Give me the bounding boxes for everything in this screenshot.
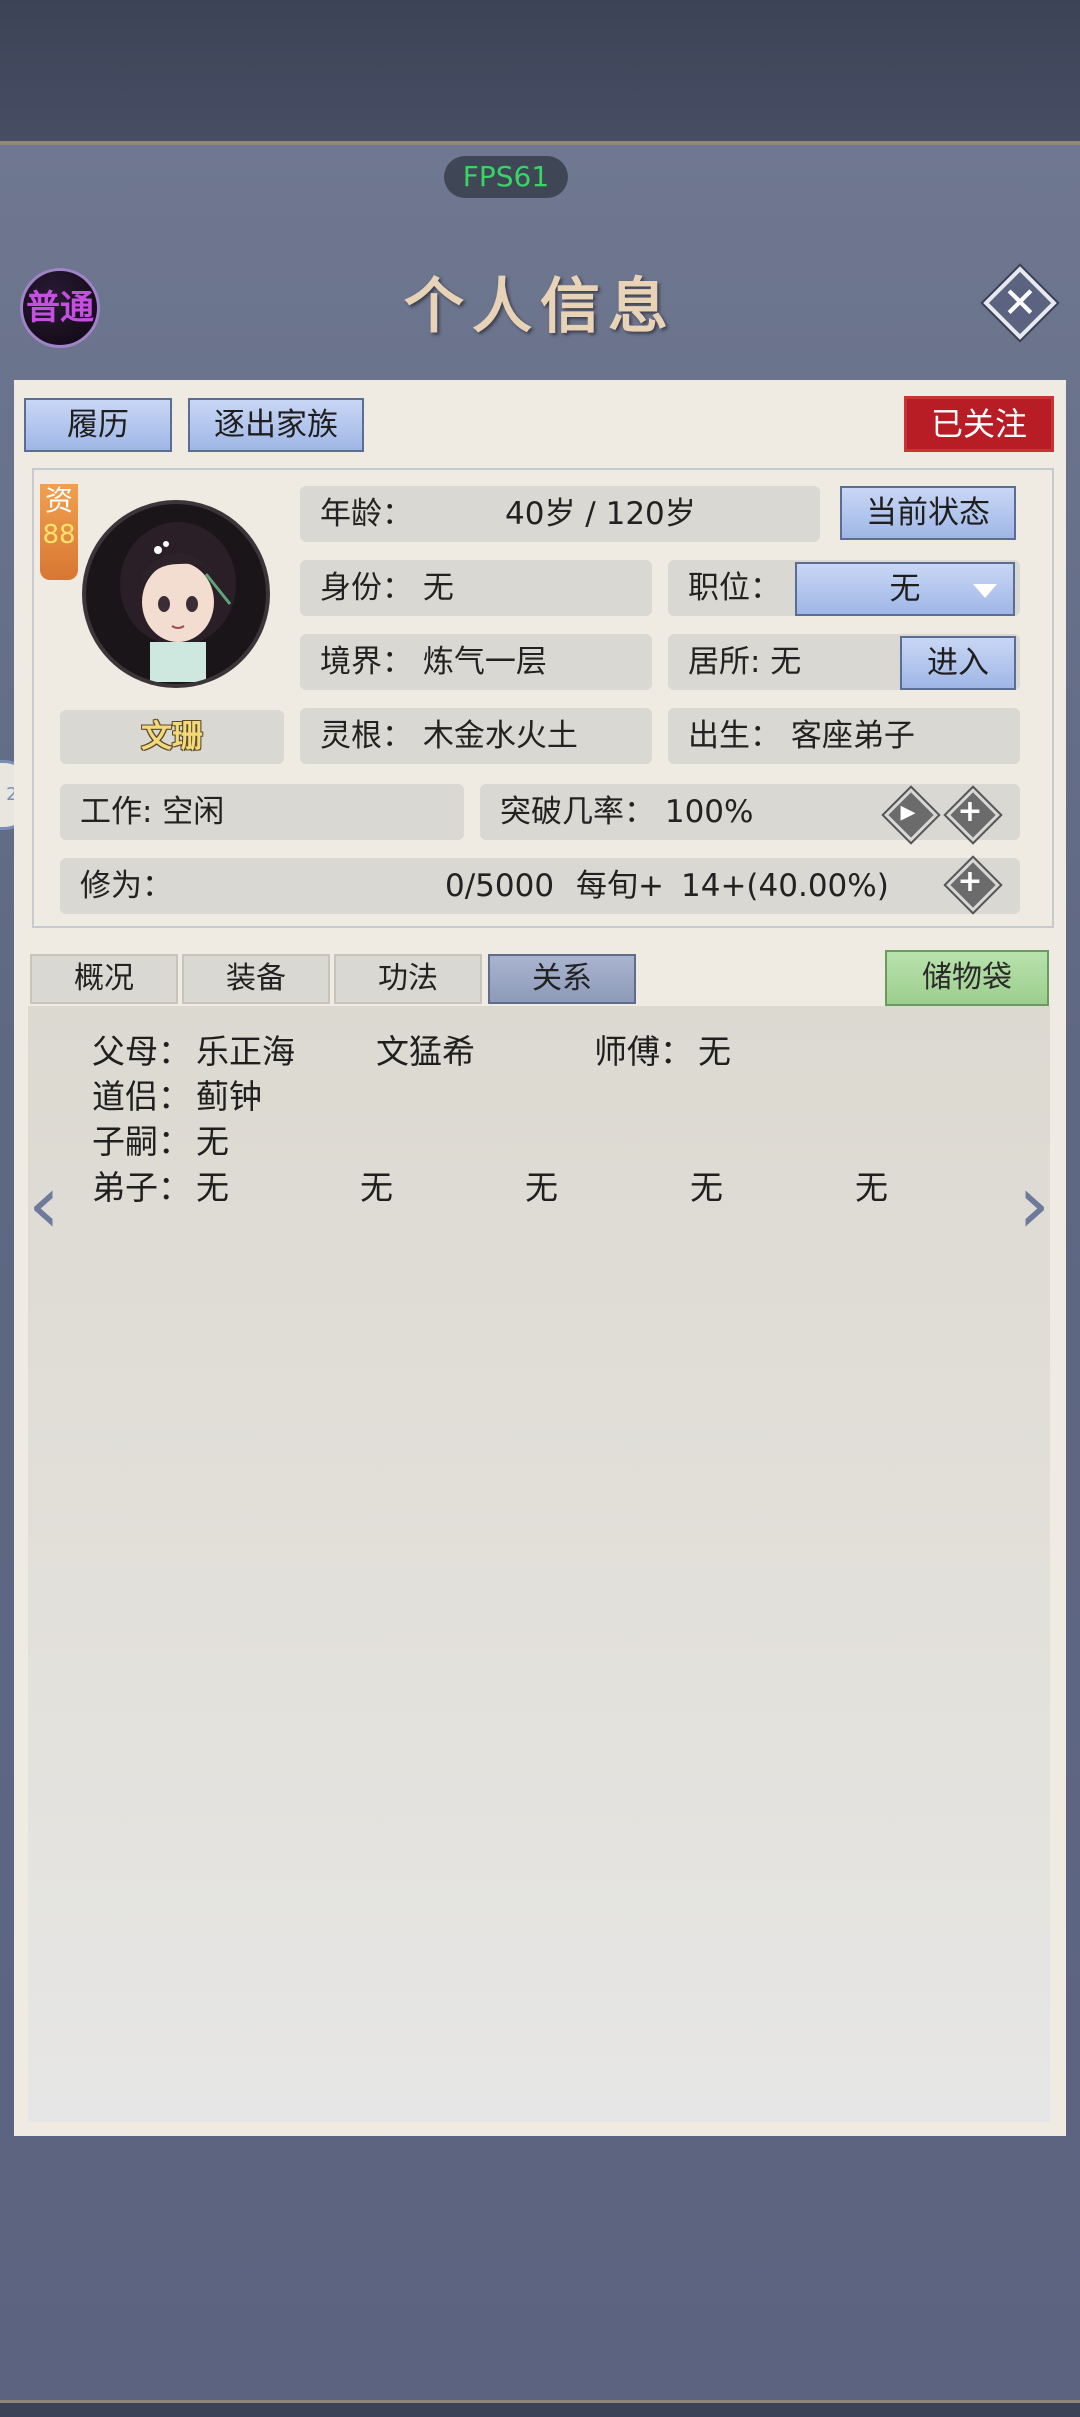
cultivation-field: 修为： 0/5000 每旬+ 14+(40.00%) bbox=[60, 858, 1020, 914]
identity-value: 无 bbox=[422, 570, 454, 606]
per-period-value: 14+(40.00%) bbox=[681, 868, 889, 904]
followed-button[interactable]: 已关注 bbox=[904, 396, 1054, 452]
top-status-strip bbox=[0, 0, 1080, 145]
character-avatar-icon bbox=[120, 522, 236, 682]
work-field: 工作: 空闲 bbox=[60, 784, 464, 840]
next-arrow-icon[interactable]: › bbox=[1014, 1165, 1054, 1245]
age-label: 年龄： bbox=[320, 496, 413, 532]
disciple-3: 无 bbox=[525, 1168, 558, 1207]
breakthrough-value: 100% bbox=[664, 794, 754, 830]
spirit-root-value: 木金水火土 bbox=[422, 718, 578, 754]
tab-skills[interactable]: 功法 bbox=[334, 954, 482, 1004]
close-button[interactable]: ✕ bbox=[983, 266, 1057, 340]
breakthrough-field: 突破几率： 100% bbox=[480, 784, 1020, 840]
plus-icon: + bbox=[957, 864, 983, 899]
spirit-root-label: 灵根： bbox=[320, 718, 413, 754]
per-period-label: 每旬+ bbox=[576, 868, 664, 904]
tab-equipment[interactable]: 装备 bbox=[182, 954, 330, 1004]
work-text: 工作: 空闲 bbox=[80, 794, 225, 830]
close-icon: ✕ bbox=[1002, 278, 1038, 327]
tab-overview[interactable]: 概况 bbox=[30, 954, 178, 1004]
enter-button[interactable]: 进入 bbox=[900, 636, 1016, 690]
aptitude-tag: 资 88 bbox=[40, 484, 78, 580]
identity-label: 身份： bbox=[320, 570, 413, 606]
disciple-4: 无 bbox=[690, 1168, 723, 1207]
aptitude-label: 资 bbox=[44, 484, 73, 517]
play-icon: ▸ bbox=[900, 794, 916, 829]
chevron-down-icon bbox=[973, 584, 997, 598]
realm-value: 炼气一层 bbox=[422, 644, 547, 680]
age-field: 年龄： 40岁 / 120岁 bbox=[300, 486, 820, 542]
birth-value: 客座弟子 bbox=[790, 718, 915, 754]
breakthrough-label: 突破几率： bbox=[500, 794, 655, 830]
history-button[interactable]: 履历 bbox=[24, 398, 172, 452]
aptitude-value: 88 bbox=[42, 520, 76, 550]
expel-button[interactable]: 逐出家族 bbox=[188, 398, 364, 452]
parent-2[interactable]: 文猛希 bbox=[376, 1030, 475, 1074]
children-label: 子嗣： bbox=[92, 1122, 191, 1161]
master-label: 师傅： bbox=[594, 1032, 693, 1071]
age-value: 40岁 / 120岁 bbox=[505, 496, 696, 532]
parents-label: 父母： bbox=[92, 1032, 191, 1071]
birth-field: 出生： 客座弟子 bbox=[668, 708, 1020, 764]
plus-icon: + bbox=[957, 794, 983, 829]
cultivation-label: 修为： bbox=[80, 868, 173, 904]
character-name[interactable]: 文珊 bbox=[60, 710, 284, 764]
parent-1[interactable]: 乐正海 bbox=[196, 1030, 295, 1074]
birth-label: 出生： bbox=[688, 718, 781, 754]
tab-relations[interactable]: 关系 bbox=[488, 954, 636, 1004]
disciple-2: 无 bbox=[360, 1168, 393, 1207]
position-select[interactable]: 无 bbox=[795, 562, 1015, 616]
bottom-strip bbox=[0, 2400, 1080, 2417]
spirit-root-field: 灵根： 木金水火土 bbox=[300, 708, 652, 764]
disciple-5: 无 bbox=[855, 1168, 888, 1207]
children-value: 无 bbox=[196, 1122, 229, 1161]
disciple-1: 无 bbox=[196, 1168, 229, 1207]
disciples-label: 弟子： bbox=[92, 1168, 191, 1207]
cultivation-plus-button[interactable]: + bbox=[946, 858, 1000, 912]
position-value: 无 bbox=[889, 571, 921, 607]
partner-label: 道侣： bbox=[92, 1077, 191, 1116]
breakthrough-play-button[interactable]: ▸ bbox=[884, 788, 938, 842]
current-status-button[interactable]: 当前状态 bbox=[840, 486, 1016, 540]
realm-label: 境界： bbox=[320, 644, 413, 680]
master-value: 无 bbox=[698, 1032, 731, 1071]
storage-bag-button[interactable]: 储物袋 bbox=[885, 950, 1049, 1006]
mode-button[interactable]: 普通 bbox=[20, 268, 100, 348]
partner-value[interactable]: 蓟钟 bbox=[196, 1075, 262, 1119]
realm-field: 境界： 炼气一层 bbox=[300, 634, 652, 690]
residence-text: 居所: 无 bbox=[688, 644, 802, 680]
identity-field: 身份： 无 bbox=[300, 560, 652, 616]
prev-arrow-icon[interactable]: ‹ bbox=[24, 1165, 64, 1245]
position-label: 职位： bbox=[688, 570, 781, 606]
breakthrough-plus-button[interactable]: + bbox=[946, 788, 1000, 842]
cultivation-value: 0/5000 bbox=[445, 868, 555, 904]
page-title: 个人信息 bbox=[404, 272, 676, 342]
fps-counter: FPS61 bbox=[444, 156, 568, 198]
character-portrait bbox=[82, 500, 270, 688]
